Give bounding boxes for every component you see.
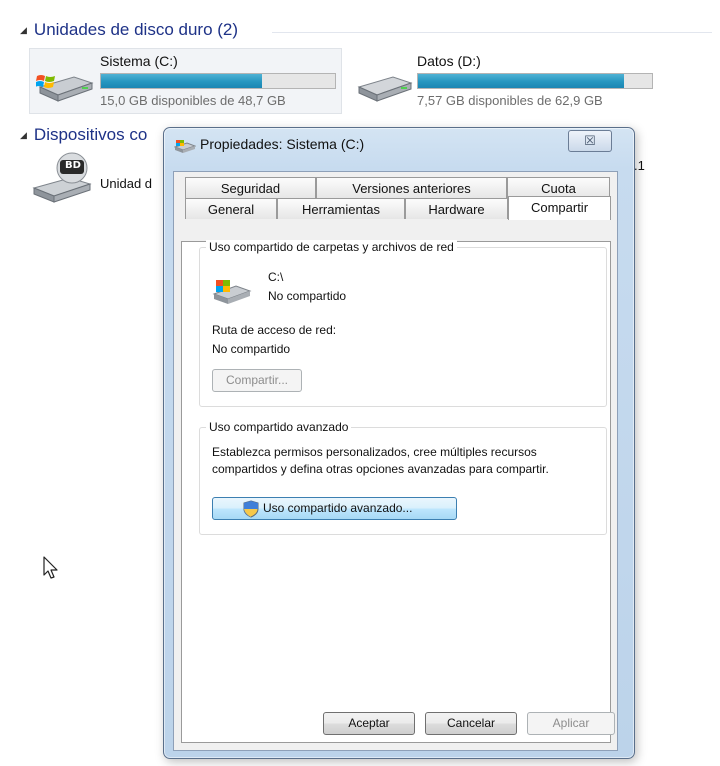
tab-compartir[interactable]: Compartir	[508, 196, 611, 220]
drive-d-name: Datos (D:)	[417, 53, 481, 69]
dialog-title: Propiedades: Sistema (C:)	[200, 136, 365, 152]
tab-versiones-anteriores[interactable]: Versiones anteriores	[316, 177, 507, 198]
group-divider	[272, 32, 712, 33]
tab-general[interactable]: General	[185, 198, 277, 219]
shared-drive-icon	[212, 276, 252, 311]
properties-dialog: Propiedades: Sistema (C:) ☒ Seguridad Ve…	[163, 127, 635, 759]
dialog-client-area: Seguridad Versiones anteriores Cuota Gen…	[173, 171, 618, 751]
tab-seguridad[interactable]: Seguridad	[185, 177, 316, 198]
drive-c-tile[interactable]: Sistema (C:) 15,0 GB disponibles de 48,7…	[29, 48, 342, 114]
collapse-triangle-icon[interactable]: ◢	[20, 25, 27, 36]
drive-title-icon	[173, 138, 197, 159]
share-status: No compartido	[268, 289, 347, 303]
tab-herramientas[interactable]: Herramientas	[277, 198, 405, 219]
bluray-badge: BD	[65, 160, 81, 171]
drive-d-free-space: 7,57 GB disponibles de 62,9 GB	[417, 93, 603, 108]
devices-group-title: Dispositivos co	[33, 125, 148, 144]
advanced-sharing-group-label: Uso compartido avanzado	[206, 420, 352, 434]
hdd-group-header[interactable]: ◢ Unidades de disco duro (2)	[20, 20, 238, 40]
uac-shield-icon	[243, 500, 259, 525]
edge-text-fragment: .1	[634, 158, 645, 173]
advanced-description-line1: Establezca permisos personalizados, cree…	[212, 445, 537, 459]
hard-drive-icon	[353, 67, 413, 112]
bluray-drive-icon[interactable]: BD	[30, 150, 96, 215]
devices-group-header[interactable]: ◢ Dispositivos co	[20, 125, 147, 145]
tab-cuota[interactable]: Cuota	[507, 177, 610, 198]
collapse-triangle-icon[interactable]: ◢	[20, 130, 27, 141]
optical-drive-name[interactable]: Unidad d	[100, 176, 152, 191]
drive-d-usage-fill	[418, 74, 624, 88]
drive-c-usage-bar	[100, 73, 336, 89]
ok-button[interactable]: Aceptar	[323, 712, 415, 735]
apply-button[interactable]: Aplicar	[527, 712, 615, 735]
share-button[interactable]: Compartir...	[212, 369, 302, 392]
network-path-label: Ruta de acceso de red:	[212, 323, 337, 337]
share-path: C:\	[268, 270, 284, 284]
drive-d-tile[interactable]: Datos (D:) 7,57 GB disponibles de 62,9 G…	[348, 48, 662, 114]
advanced-sharing-button[interactable]: Uso compartido avanzado...	[212, 497, 457, 520]
compartir-panel: Uso compartido de carpetas y archivos de…	[181, 240, 611, 743]
close-icon: ☒	[584, 133, 596, 148]
tab-hardware[interactable]: Hardware	[405, 198, 508, 219]
drive-d-usage-bar	[417, 73, 653, 89]
close-button[interactable]: ☒	[568, 130, 612, 152]
hdd-group-title: Unidades de disco duro (2)	[33, 20, 239, 39]
advanced-sharing-button-label: Uso compartido avanzado...	[263, 501, 413, 515]
drive-c-free-space: 15,0 GB disponibles de 48,7 GB	[100, 93, 286, 108]
drive-c-usage-fill	[101, 74, 263, 88]
network-sharing-group-label: Uso compartido de carpetas y archivos de…	[206, 240, 457, 254]
windows-logo-icon	[35, 73, 56, 96]
mouse-cursor-icon	[43, 556, 59, 585]
drive-c-name: Sistema (C:)	[100, 53, 178, 69]
advanced-description-line2: compartidos y defina otras opciones avan…	[212, 462, 549, 476]
cancel-button[interactable]: Cancelar	[425, 712, 517, 735]
network-path-value: No compartido	[212, 342, 291, 356]
